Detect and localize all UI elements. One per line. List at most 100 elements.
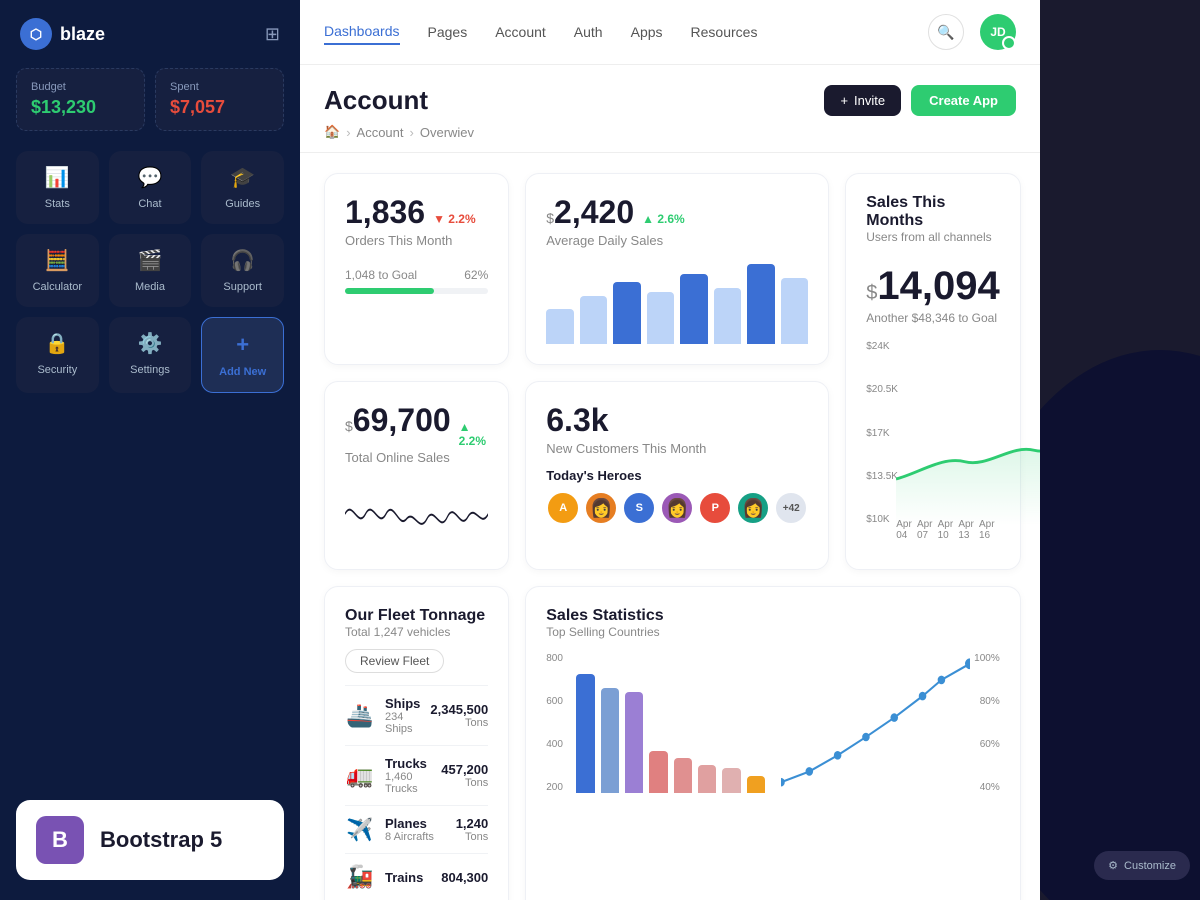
hero-avatar-3: S: [622, 491, 656, 525]
hero-avatar-2: 👩: [584, 491, 618, 525]
sales-dollar: $: [546, 210, 554, 226]
orders-card: 1,836 ▼ 2.2% Orders This Month 1,048 to …: [324, 173, 509, 365]
customize-button[interactable]: ⚙ Customize: [1094, 851, 1190, 880]
trains-name: Trains: [385, 870, 431, 885]
media-icon: 🎬: [138, 248, 163, 273]
fleet-item-ships: 🚢 Ships 234 Ships 2,345,500 Tons: [345, 685, 488, 745]
trucks-count: 1,460 Trucks: [385, 771, 431, 795]
hero-avatars: A 👩 S 👩 P 👩 +42: [546, 491, 808, 525]
customize-icon: ⚙: [1108, 859, 1118, 872]
invite-button[interactable]: + Invite: [824, 85, 901, 116]
page-header-top: Account + Invite Create App: [324, 85, 1016, 116]
line-chart-svg: [896, 341, 1040, 525]
sidebar-item-chat[interactable]: 💬 Chat: [109, 151, 192, 224]
trucks-value: 457,200: [441, 762, 488, 777]
security-icon: 🔒: [45, 331, 70, 356]
statistics-subtitle: Top Selling Countries: [546, 625, 999, 639]
chat-label: Chat: [138, 198, 161, 210]
bar-chart: [546, 264, 808, 344]
budget-card: Budget $13,230: [16, 68, 145, 131]
monthly-title: Sales This Months: [866, 194, 999, 230]
add-new-label: Add New: [219, 366, 266, 378]
fleet-item-trucks: 🚛 Trucks 1,460 Trucks 457,200 Tons: [345, 745, 488, 805]
ships-icon: 🚢: [345, 703, 375, 729]
online-sales-card: $ 69,700 ▲ 2.2% Total Online Sales: [324, 381, 509, 570]
search-button[interactable]: 🔍: [928, 14, 964, 50]
review-fleet-button[interactable]: Review Fleet: [345, 649, 444, 673]
daily-sales-card: $ 2,420 ▲ 2.6% Average Daily Sales: [525, 173, 829, 365]
settings-icon: ⚙️: [138, 331, 163, 356]
breadcrumb-sep1: ›: [346, 125, 350, 140]
sales-number: 2,420: [554, 194, 634, 231]
top-nav: Dashboards Pages Account Auth Apps Resou…: [300, 0, 1040, 65]
chart-x-labels: Apr 04 Apr 07 Apr 10 Apr 13 Apr 16: [896, 519, 999, 541]
bootstrap-label: Bootstrap 5: [100, 827, 222, 853]
stat-bars: [576, 653, 765, 793]
menu-icon[interactable]: ⊞: [265, 24, 280, 45]
header-actions: + Invite Create App: [824, 85, 1016, 116]
monthly-dollar: $: [866, 282, 877, 305]
budget-amount: $13,230: [31, 97, 130, 118]
tab-auth[interactable]: Auth: [574, 20, 603, 44]
trucks-unit: Tons: [441, 777, 488, 789]
breadcrumb-page: Overwiev: [420, 125, 474, 140]
online-badge: ▲ 2.2%: [459, 420, 489, 448]
user-avatar[interactable]: JD: [980, 14, 1016, 50]
bar-8: [781, 278, 809, 344]
sidebar-header: ⬡ blaze ⊞: [16, 0, 284, 68]
statistics-title: Sales Statistics: [546, 607, 999, 625]
bootstrap-icon: B: [36, 816, 84, 864]
online-dollar: $: [345, 418, 353, 434]
stats-label: Stats: [45, 198, 70, 210]
breadcrumb-section: Account: [357, 125, 404, 140]
tab-account[interactable]: Account: [495, 20, 546, 44]
stat-bar-2: [601, 688, 619, 793]
tab-dashboards[interactable]: Dashboards: [324, 19, 400, 45]
create-app-button[interactable]: Create App: [911, 85, 1016, 116]
wave-chart: [345, 479, 488, 549]
trains-value: 804,300: [441, 870, 488, 885]
online-number: 69,700: [353, 402, 451, 439]
fleet-card: Our Fleet Tonnage Total 1,247 vehicles R…: [324, 586, 509, 900]
ships-value: 2,345,500: [430, 702, 488, 717]
sidebar-item-media[interactable]: 🎬 Media: [109, 234, 192, 307]
page-title: Account: [324, 85, 428, 116]
calculator-icon: 🧮: [45, 248, 70, 273]
sidebar-item-security[interactable]: 🔒 Security: [16, 317, 99, 393]
progress-bar-bg: [345, 288, 488, 294]
nav-grid: 📊 Stats 💬 Chat 🎓 Guides 🧮 Calculator 🎬 M…: [16, 151, 284, 393]
stat-bar-8: [747, 776, 765, 793]
spent-amount: $7,057: [170, 97, 269, 118]
invite-plus-icon: +: [840, 93, 848, 108]
planes-value: 1,240: [456, 816, 489, 831]
breadcrumb: 🏠 › Account › Overwiev: [324, 124, 1016, 140]
support-label: Support: [223, 281, 262, 293]
bar-y-labels: 800 600 400 200: [546, 653, 563, 793]
support-icon: 🎧: [230, 248, 255, 273]
sidebar-item-guides[interactable]: 🎓 Guides: [201, 151, 284, 224]
ships-unit: Tons: [430, 717, 488, 729]
tab-resources[interactable]: Resources: [691, 20, 758, 44]
logo-icon: ⬡: [20, 18, 52, 50]
tab-pages[interactable]: Pages: [428, 20, 468, 44]
sidebar-item-add-new[interactable]: + Add New: [201, 317, 284, 393]
orders-badge: ▼ 2.2%: [433, 212, 476, 226]
fleet-item-trains: 🚂 Trains 804,300: [345, 853, 488, 900]
sidebar-item-stats[interactable]: 📊 Stats: [16, 151, 99, 224]
trucks-icon: 🚛: [345, 763, 375, 789]
page-header: Account + Invite Create App 🏠 › Account …: [300, 65, 1040, 153]
budget-label: Budget: [31, 81, 130, 93]
statistics-chart: 800 600 400 200: [546, 653, 999, 813]
sidebar-item-settings[interactable]: ⚙️ Settings: [109, 317, 192, 393]
add-icon: +: [236, 332, 249, 358]
tab-apps[interactable]: Apps: [631, 20, 663, 44]
main-content: Dashboards Pages Account Auth Apps Resou…: [300, 0, 1040, 900]
dark-shape: [1040, 350, 1200, 900]
sidebar-item-support[interactable]: 🎧 Support: [201, 234, 284, 307]
sidebar-item-calculator[interactable]: 🧮 Calculator: [16, 234, 99, 307]
security-label: Security: [37, 364, 77, 376]
stats-line-svg: [781, 653, 970, 793]
logo-area: ⬡ blaze: [20, 18, 105, 50]
heroes-section: Today's Heroes A 👩 S 👩 P 👩 +42: [546, 468, 808, 525]
trucks-name: Trucks: [385, 756, 431, 771]
